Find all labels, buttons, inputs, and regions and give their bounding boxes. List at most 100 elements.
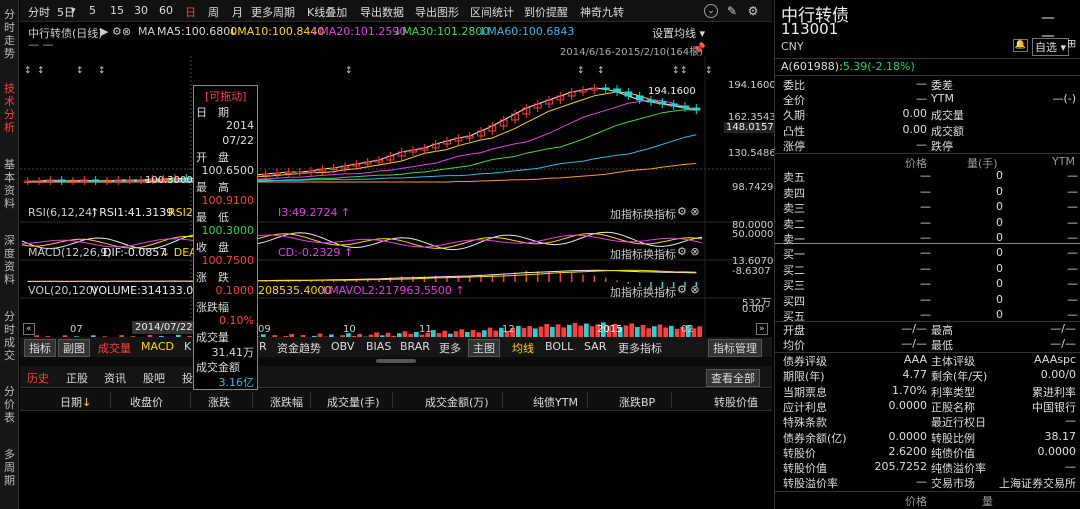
vtab-time-trend[interactable]: 分时走势 bbox=[0, 8, 19, 60]
period-intraday[interactable]: 分时 bbox=[28, 4, 50, 20]
fund-trend-tab[interactable]: 资金趋势 bbox=[277, 340, 321, 356]
boll-tab[interactable]: BOLL bbox=[545, 340, 573, 353]
period-week[interactable]: 周 bbox=[208, 4, 219, 20]
book-price[interactable]: — bbox=[920, 293, 931, 306]
r-tab[interactable]: R bbox=[259, 340, 267, 353]
field-label: 跌停 bbox=[931, 139, 953, 153]
rsi-add-indicator[interactable]: 加指标 bbox=[610, 206, 643, 222]
add-watchlist-button[interactable]: 自选 ▾ bbox=[1032, 38, 1070, 56]
book-price[interactable]: — bbox=[920, 231, 931, 244]
period-60min[interactable]: 60 bbox=[159, 4, 173, 17]
bell-icon[interactable]: 🔔 bbox=[1013, 39, 1028, 52]
macd-settings-icon[interactable]: ⚙ ⊗ bbox=[677, 245, 700, 258]
bond-code: 113001 bbox=[781, 20, 839, 38]
tab-news[interactable]: 资讯 bbox=[104, 370, 126, 386]
dropdown-arrow-icon[interactable]: ▾ bbox=[71, 6, 76, 16]
vol-add-indicator[interactable]: 加指标 bbox=[610, 284, 643, 300]
export-data-button[interactable]: 导出数据 bbox=[360, 4, 404, 20]
kline-overlay-menu[interactable]: K线叠加 bbox=[307, 4, 347, 20]
more-indicators-tab[interactable]: 更多 bbox=[439, 340, 461, 356]
pen-icon[interactable]: ✎ bbox=[724, 3, 740, 19]
col-volume[interactable]: 成交量(手) bbox=[327, 394, 380, 410]
bias-tab[interactable]: BIAS bbox=[366, 340, 391, 353]
tooltip-value: 07/22 bbox=[222, 134, 254, 147]
period-15min[interactable]: 15 bbox=[110, 4, 124, 17]
indicator-manage-button[interactable]: 指标管理 bbox=[708, 339, 762, 357]
tab-forum[interactable]: 股吧 bbox=[143, 370, 165, 386]
brar-tab[interactable]: BRAR bbox=[400, 340, 430, 353]
view-all-button[interactable]: 查看全部 bbox=[706, 369, 760, 387]
time-axis-label: 12 bbox=[502, 324, 515, 335]
period-5min[interactable]: 5 bbox=[89, 4, 96, 17]
col-close[interactable]: 收盘价 bbox=[130, 394, 163, 410]
book-price[interactable]: — bbox=[920, 277, 931, 290]
field-label: 利率类型 bbox=[931, 385, 975, 399]
obv-tab[interactable]: OBV bbox=[331, 340, 354, 353]
col-date[interactable]: 日期↓ bbox=[60, 394, 91, 410]
macd-switch-indicator[interactable]: 换指标 bbox=[643, 246, 676, 262]
price-alert-button[interactable]: 到价提醒 bbox=[524, 4, 568, 20]
splitter-handle[interactable] bbox=[376, 359, 416, 363]
magic-nine-button[interactable]: 神奇九转 bbox=[580, 4, 624, 20]
subchart-tab[interactable]: 副图 bbox=[58, 339, 90, 357]
vtab-basic-info[interactable]: 基本资料 bbox=[0, 158, 19, 210]
macd-add-indicator[interactable]: 加指标 bbox=[610, 246, 643, 262]
pin-icon[interactable]: 📌 bbox=[692, 42, 706, 55]
tab-underlying[interactable]: 正股 bbox=[66, 370, 88, 386]
col-change[interactable]: 涨跌 bbox=[208, 394, 230, 410]
main-chart-tab[interactable]: 主图 bbox=[468, 339, 500, 357]
more-periods-menu[interactable]: 更多周期 bbox=[251, 4, 295, 20]
book-price[interactable]: — bbox=[920, 169, 931, 182]
more-main-indicators-tab[interactable]: 更多指标 bbox=[618, 340, 662, 356]
col-change-bp[interactable]: 涨跌BP bbox=[619, 394, 655, 410]
sar-tab[interactable]: SAR bbox=[584, 340, 606, 353]
rsi-name: RSI(6,12,24) bbox=[28, 206, 97, 219]
kline-chart-area[interactable]: 中行转债(日线) ▶ ⚙⊗ MA MA5:100.6800 ↓MA10:100.… bbox=[20, 22, 776, 356]
book-ytm: — bbox=[1067, 200, 1078, 214]
vtab-price-table[interactable]: 分价表 bbox=[0, 385, 19, 424]
book-price[interactable]: — bbox=[920, 200, 931, 213]
scroll-left-button[interactable]: « bbox=[23, 323, 35, 335]
vtab-technical[interactable]: 技术分析 bbox=[0, 82, 19, 134]
indicator-tab[interactable]: 指标 bbox=[24, 339, 56, 357]
book-price[interactable]: — bbox=[920, 262, 931, 275]
rsi-switch-indicator[interactable]: 换指标 bbox=[643, 206, 676, 222]
book-price[interactable]: — bbox=[920, 308, 931, 321]
scroll-right-button[interactable]: » bbox=[756, 323, 768, 335]
macd-tab[interactable]: MACD bbox=[141, 340, 174, 353]
tab-history[interactable]: 历史 bbox=[27, 370, 49, 386]
tab-invest[interactable]: 投 bbox=[182, 370, 193, 386]
col-conv-value[interactable]: 转股价值 bbox=[714, 394, 758, 410]
field-value: 上海证券交易所 bbox=[999, 477, 1076, 491]
underlying-stock-link[interactable]: A(601988):5.39(-2.18%) bbox=[781, 60, 915, 73]
vtab-time-deals[interactable]: 分时成交 bbox=[0, 310, 19, 362]
book-price[interactable]: — bbox=[920, 246, 931, 259]
period-30min[interactable]: 30 bbox=[134, 4, 148, 17]
range-stats-button[interactable]: 区间统计 bbox=[470, 4, 514, 20]
col-change-pct[interactable]: 涨跌幅 bbox=[270, 394, 303, 410]
k-tab[interactable]: K bbox=[184, 340, 191, 353]
vtab-deep-info[interactable]: 深度资料 bbox=[0, 234, 19, 286]
vol-settings-icon[interactable]: ⚙ ⊗ bbox=[677, 283, 700, 296]
chart-controls-icon[interactable]: ▶ ⚙⊗ bbox=[100, 25, 131, 38]
period-day[interactable]: 日 bbox=[185, 4, 196, 20]
kline-tooltip[interactable]: [可拖动] 日 期 2014 07/22 开 盘 100.6500 最 高 10… bbox=[193, 85, 258, 390]
period-month[interactable]: 月 bbox=[232, 4, 243, 20]
vol-switch-indicator[interactable]: 换指标 bbox=[643, 284, 676, 300]
tooltip-value: 0.1000 bbox=[215, 284, 255, 297]
col-amount[interactable]: 成交金额(万) bbox=[425, 394, 489, 410]
add-icon[interactable]: ⊞ bbox=[1067, 37, 1076, 50]
book-price[interactable]: — bbox=[920, 216, 931, 229]
settings-gear-icon[interactable]: ⚙ bbox=[745, 3, 761, 19]
volume-tab[interactable]: 成交量 bbox=[98, 340, 131, 356]
book-price[interactable]: — bbox=[920, 185, 931, 198]
col-ytm[interactable]: 纯债YTM bbox=[533, 394, 578, 410]
collapse-icon[interactable]: ⌄ bbox=[704, 4, 718, 18]
export-chart-button[interactable]: 导出图形 bbox=[415, 4, 459, 20]
low-price-label: 100.3000 bbox=[145, 175, 193, 186]
panel-splitter[interactable] bbox=[20, 357, 772, 366]
vtab-multi-period[interactable]: 多周期 bbox=[0, 448, 19, 487]
rsi-settings-icon[interactable]: ⚙ ⊗ bbox=[677, 205, 700, 218]
ma-tab[interactable]: 均线 bbox=[512, 340, 534, 356]
ma-settings-button[interactable]: 设置均线 ▾ bbox=[652, 25, 705, 41]
